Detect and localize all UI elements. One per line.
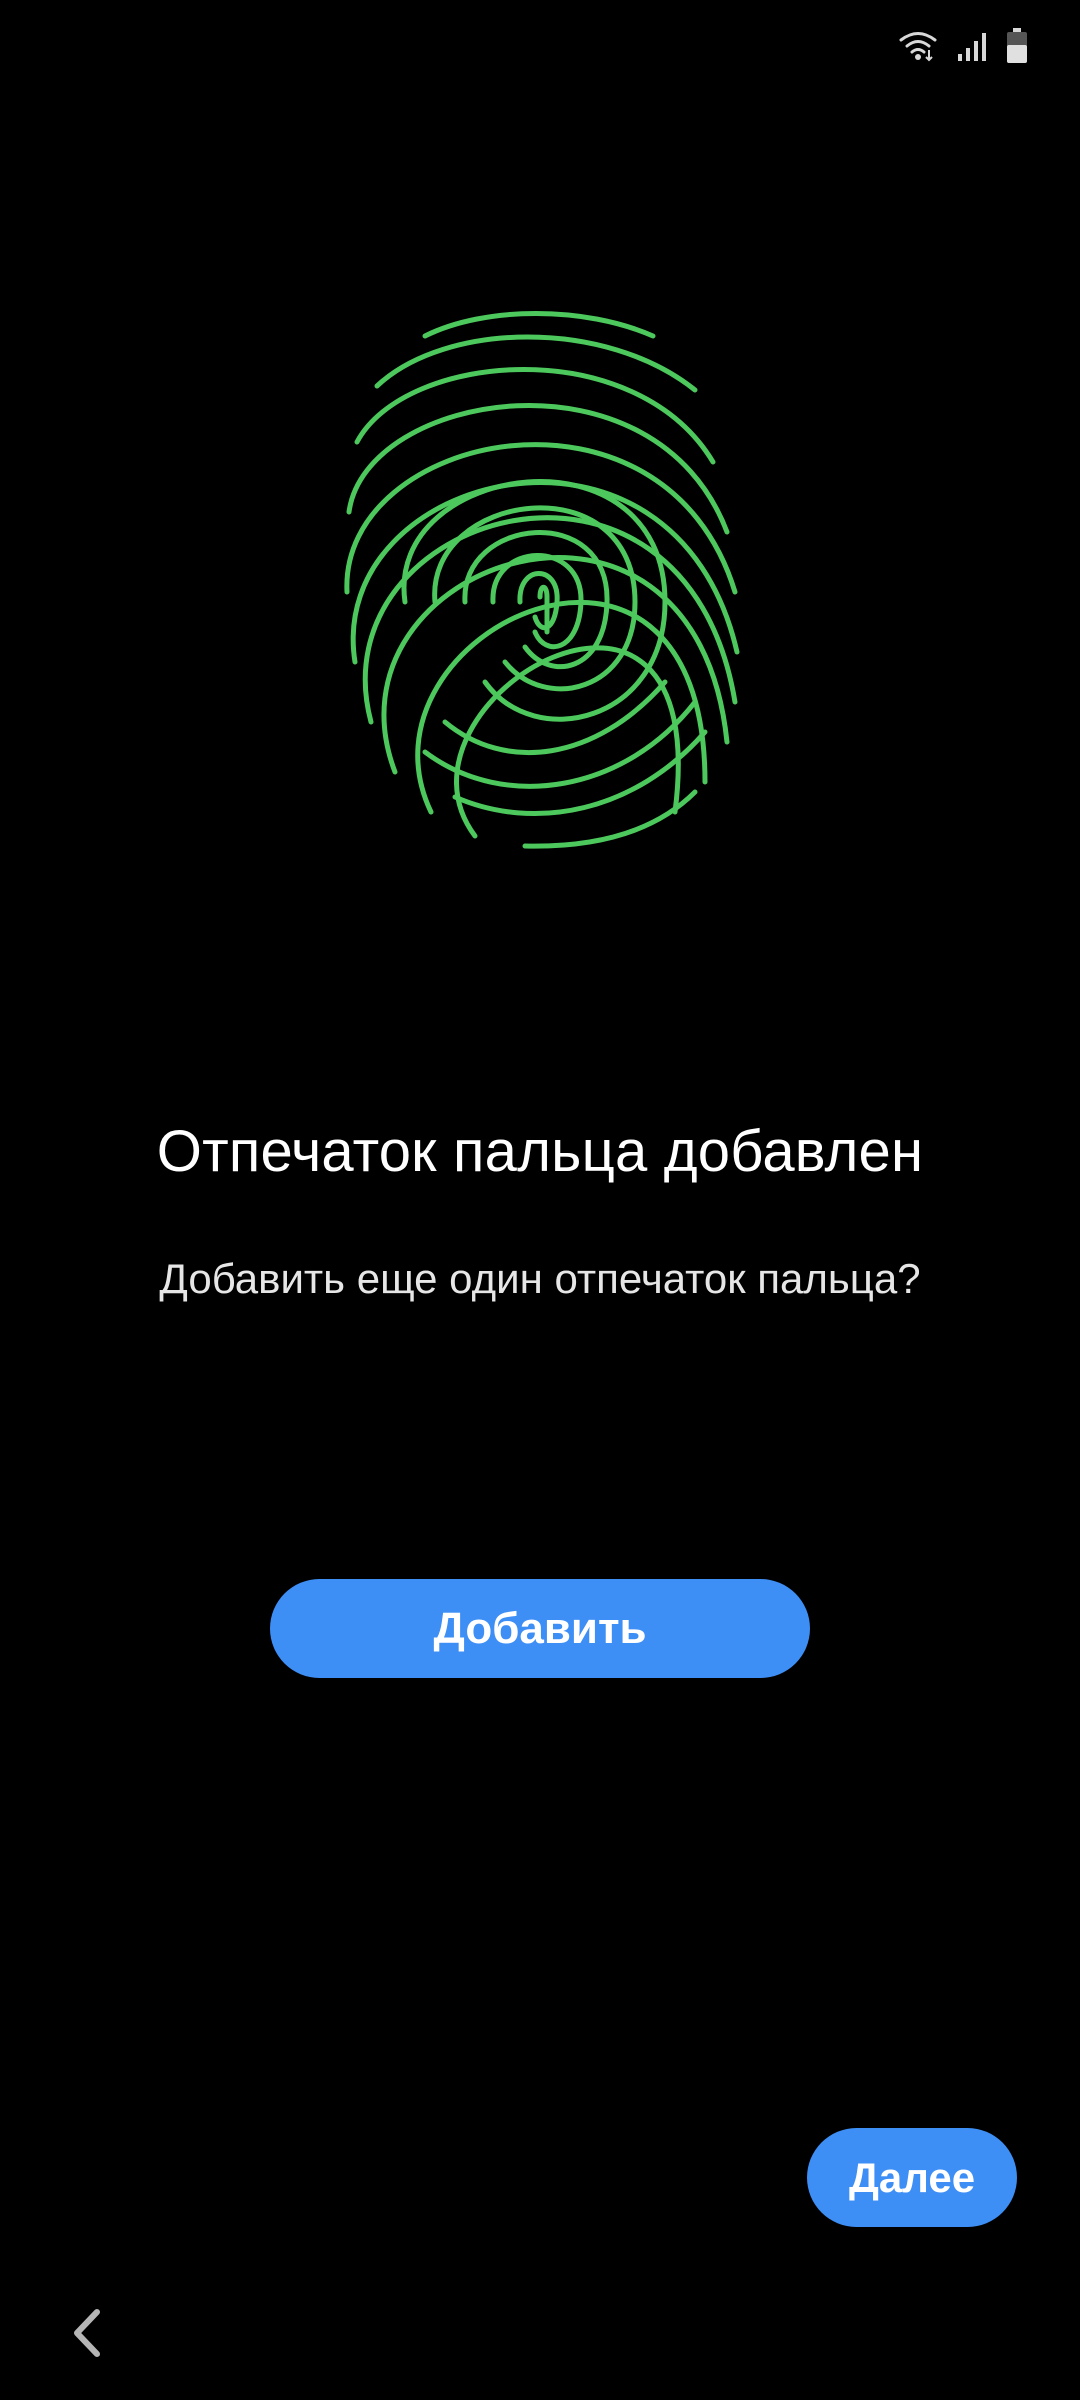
chevron-left-icon [69,2308,103,2363]
fingerprint-icon [335,302,745,850]
page-subtitle: Добавить еще один отпечаток пальца? [159,1255,921,1302]
signal-icon [956,30,988,62]
status-bar [898,24,1028,68]
back-button[interactable] [56,2305,116,2365]
add-fingerprint-button[interactable]: Добавить [270,1579,810,1678]
battery-icon [1006,28,1028,64]
wifi-icon [898,30,938,62]
page-title: Отпечаток пальца добавлен [156,1119,924,1184]
next-button[interactable]: Далее [807,2128,1017,2227]
